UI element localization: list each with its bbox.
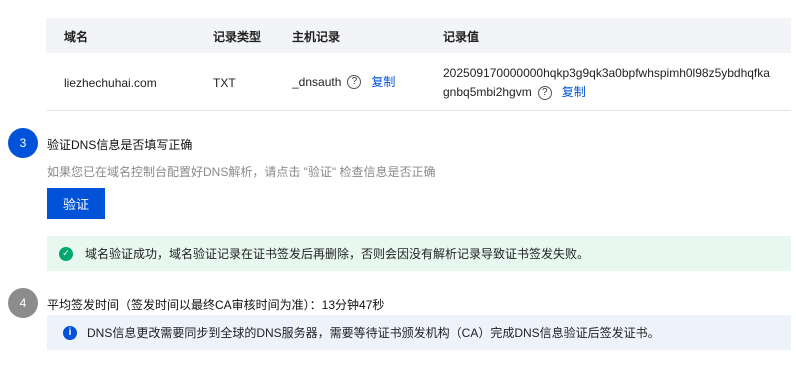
header-record-type: 记录类型 bbox=[213, 30, 262, 44]
dns-record-table: 域名 记录类型 主机记录 记录值 liezhechuhai.com TXT _d… bbox=[46, 18, 791, 111]
success-alert: ✓ 域名验证成功，域名验证记录在证书签发后再删除，否则会因没有解析记录导致证书签… bbox=[47, 236, 791, 271]
step-3-description: 如果您已在域名控制台配置好DNS解析，请点击 "验证" 检查信息是否正确 bbox=[47, 165, 436, 179]
copy-host-link[interactable]: 复制 bbox=[371, 73, 395, 90]
info-message: DNS信息更改需要同步到全球的DNS服务器，需要等待证书颁发机构（CA）完成DN… bbox=[87, 326, 660, 340]
header-domain: 域名 bbox=[64, 30, 89, 44]
cell-record-type: TXT bbox=[213, 76, 236, 90]
step-3-indicator: 3 bbox=[8, 128, 38, 158]
step-3-title: 验证DNS信息是否填写正确 bbox=[47, 138, 193, 152]
check-circle-icon: ✓ bbox=[59, 246, 73, 261]
step-4-title: 平均签发时间（签发时间以最终CA审核时间为准）：13分钟47秒 bbox=[47, 298, 385, 312]
table-row: liezhechuhai.com TXT _dnsauth ? 复制 20250… bbox=[46, 53, 791, 111]
record-value-line1: 202509170000000hqkp3g9qk3a0bpfwhspimh0l9… bbox=[443, 66, 770, 80]
table-header: 域名 记录类型 主机记录 记录值 bbox=[46, 18, 791, 53]
copy-value-link[interactable]: 复制 bbox=[562, 83, 586, 102]
header-host-record: 主机记录 bbox=[292, 30, 341, 44]
step-4-indicator: 4 bbox=[8, 288, 38, 318]
info-alert: i DNS信息更改需要同步到全球的DNS服务器，需要等待证书颁发机构（CA）完成… bbox=[47, 315, 791, 350]
cell-domain: liezhechuhai.com bbox=[64, 76, 157, 90]
info-circle-icon: i bbox=[63, 325, 77, 340]
question-circle-icon[interactable]: ? bbox=[347, 74, 362, 89]
cell-record-value: 202509170000000hqkp3g9qk3a0bpfwhspimh0l9… bbox=[443, 64, 783, 102]
record-value-line2-wrap: gnbq5mbi2hgvm ? 复制 bbox=[443, 83, 783, 102]
question-circle-icon[interactable]: ? bbox=[537, 85, 552, 100]
verify-button[interactable]: 验证 bbox=[47, 188, 105, 219]
host-record-text: _dnsauth bbox=[292, 74, 342, 89]
header-record-value: 记录值 bbox=[443, 30, 480, 44]
cell-host-record: _dnsauth ? 复制 bbox=[292, 73, 395, 90]
success-message: 域名验证成功，域名验证记录在证书签发后再删除，否则会因没有解析记录导致证书签发失… bbox=[85, 247, 590, 261]
record-value-line2: gnbq5mbi2hgvm bbox=[443, 85, 532, 99]
